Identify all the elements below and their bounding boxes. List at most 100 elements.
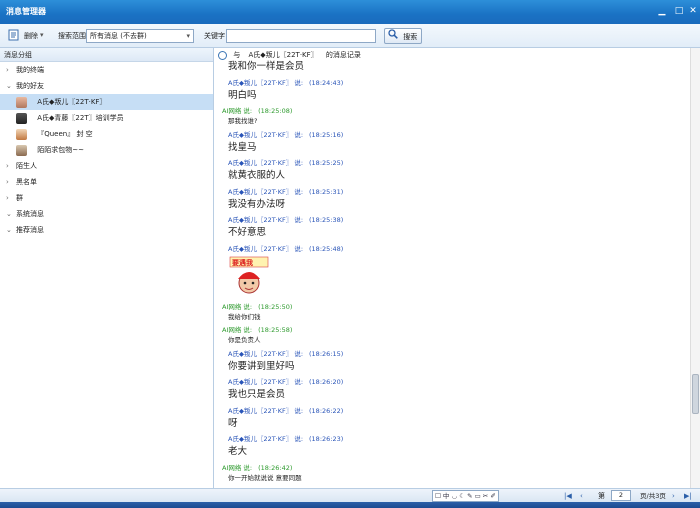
sender-name: A氏◆叛儿〖22T·KF〗 说: bbox=[228, 244, 304, 253]
group-my-devices[interactable]: › 我的终端 bbox=[0, 62, 213, 78]
message-header: A氏◆叛儿〖22T·KF〗 说: (18:24:43) bbox=[228, 77, 343, 87]
sticker-caption: 要遇我 bbox=[232, 258, 253, 267]
sticker-image: 要遇我 bbox=[228, 255, 270, 299]
message-body: 明白吗 bbox=[228, 89, 257, 101]
message-header: AI网络 说: (18:25:50) bbox=[222, 301, 292, 311]
prev-page-icon[interactable]: ‹ bbox=[580, 490, 583, 502]
message-header: A氏◆叛儿〖22T·KF〗 说: (18:25:31) bbox=[228, 186, 343, 196]
message-header: A氏◆叛儿〖22T·KF〗 说: (18:26:20) bbox=[228, 376, 343, 386]
page-total: 页/共3页 bbox=[640, 492, 666, 500]
friend-item[interactable]: A氏◆叛儿〖22T·KF〗 bbox=[0, 94, 213, 110]
message-time: (18:25:08) bbox=[258, 107, 293, 115]
next-page-icon[interactable]: › bbox=[672, 490, 675, 502]
message-body: 找皇马 bbox=[228, 141, 257, 153]
sidebar-header: 消息分组 bbox=[0, 48, 213, 62]
message-time: (18:25:38) bbox=[309, 216, 344, 224]
sender-name: A氏◆叛儿〖22T·KF〗 说: bbox=[228, 159, 304, 167]
sender-name: A氏◆叛儿〖22T·KF〗 说: bbox=[228, 187, 304, 196]
message-body: 我给你们钱 bbox=[228, 312, 261, 321]
chevron-down-icon: ▾ bbox=[186, 32, 190, 40]
title-bar: 消息管理器 ▁ □ ✕ bbox=[0, 0, 700, 24]
sender-name: A氏◆叛儿〖22T·KF〗 说: bbox=[228, 378, 304, 386]
chevron-right-icon: › bbox=[6, 178, 9, 186]
chevron-down-icon: ⌄ bbox=[6, 210, 12, 218]
sender-name: A氏◆叛儿〖22T·KF〗 说: bbox=[228, 406, 304, 415]
search-icon bbox=[388, 29, 398, 44]
message-body: 就黄衣服的人 bbox=[228, 170, 286, 181]
message-header: A氏◆叛儿〖22T·KF〗 说: (18:25:16) bbox=[228, 129, 343, 139]
message-time: (18:26:20) bbox=[309, 378, 344, 386]
message-time: (18:25:58) bbox=[258, 326, 293, 334]
message-header: A氏◆叛儿〖22T·KF〗 说: (18:25:48) bbox=[228, 243, 343, 253]
message-body: 老大 bbox=[228, 446, 248, 457]
group-groups[interactable]: › 群 bbox=[0, 190, 213, 206]
page-number-input[interactable]: 2 bbox=[611, 490, 631, 501]
chevron-right-icon: › bbox=[6, 194, 9, 202]
message-time: (18:26:42) bbox=[258, 463, 293, 472]
format-toolbar[interactable]: ☐ 中 ◡ ☾ ✎ ▭ ✂ ✐ bbox=[432, 490, 499, 502]
friend-item[interactable]: 陌陌求包物~~ bbox=[0, 142, 213, 158]
toolbar: 删除 ▾ 搜索范围 所有消息 (不去群) ▾ 关键字 搜索 bbox=[0, 24, 700, 48]
message-header: A氏◆叛儿〖22T·KF〗 说: (18:25:25) bbox=[228, 157, 343, 167]
message-time: (18:25:25) bbox=[309, 159, 344, 167]
message-body: 我和你一样是会员 bbox=[228, 61, 305, 72]
message-time: (18:26:15) bbox=[309, 349, 344, 358]
message-body: 你要讲到里好吗 bbox=[228, 360, 295, 372]
avatar bbox=[16, 96, 27, 108]
delete-dropdown-icon[interactable]: ▾ bbox=[40, 31, 44, 39]
keyword-input[interactable] bbox=[226, 29, 376, 43]
friend-item[interactable]: 『Queen』 封 空 bbox=[0, 126, 213, 142]
message-header: A氏◆叛儿〖22T·KF〗 说: (18:26:22) bbox=[228, 405, 343, 415]
group-recommended-messages[interactable]: ⌄ 推荐消息 bbox=[0, 222, 213, 238]
group-strangers[interactable]: › 陌生人 bbox=[0, 158, 213, 174]
message-header: A氏◆叛儿〖22T·KF〗 说: (18:26:23) bbox=[228, 433, 343, 443]
chevron-right-icon: › bbox=[6, 162, 9, 170]
last-page-icon[interactable]: ▶| bbox=[684, 490, 692, 502]
group-my-friends[interactable]: ⌄ 我的好友 bbox=[0, 78, 213, 94]
sender-name: AI网络 说: bbox=[222, 463, 253, 472]
vertical-scrollbar[interactable] bbox=[690, 48, 700, 488]
sender-name: A氏◆叛儿〖22T·KF〗 说: bbox=[228, 216, 304, 224]
search-scope-select[interactable]: 所有消息 (不去群) ▾ bbox=[86, 29, 194, 43]
close-button[interactable]: ✕ bbox=[688, 5, 698, 17]
sender-name: AI网络 说: bbox=[222, 326, 253, 334]
keyword-label: 关键字 bbox=[204, 32, 225, 40]
message-body: 你是负责人 bbox=[228, 336, 261, 344]
message-time: (18:26:23) bbox=[309, 435, 344, 443]
message-list: 我和你一样是会员 A氏◆叛儿〖22T·KF〗 说: (18:24:43) 明白吗 AI网… bbox=[214, 61, 690, 488]
avatar bbox=[16, 128, 27, 140]
friend-item[interactable]: A氏◆青藤〖22T〗培训学员 bbox=[0, 110, 213, 126]
minimize-button[interactable]: ▁ bbox=[655, 5, 669, 17]
message-time: (18:24:43) bbox=[309, 78, 344, 87]
message-time: (18:25:31) bbox=[309, 187, 344, 196]
search-scope-value: 所有消息 (不去群) bbox=[90, 32, 147, 40]
chevron-right-icon: › bbox=[6, 66, 9, 74]
group-system-messages[interactable]: ⌄ 系统消息 bbox=[0, 206, 213, 222]
first-page-icon[interactable]: |◀ bbox=[564, 490, 572, 502]
sender-name: A氏◆叛儿〖22T·KF〗 说: bbox=[228, 349, 304, 358]
delete-button[interactable]: 删除 bbox=[24, 31, 38, 41]
bottom-bar: ☐ 中 ◡ ☾ ✎ ▭ ✂ ✐ |◀ ‹ 第 2 页/共3页 › ▶| bbox=[0, 488, 700, 502]
message-time: (18:25:16) bbox=[309, 130, 344, 139]
scrollbar-thumb[interactable] bbox=[692, 374, 699, 414]
chevron-down-icon: ⌄ bbox=[6, 226, 12, 234]
message-header: AI网络 说: (18:26:42) bbox=[222, 462, 292, 472]
message-time: (18:25:48) bbox=[309, 244, 344, 253]
message-group-sidebar: 消息分组 › 我的终端 ⌄ 我的好友 A氏◆叛儿〖22T·KF〗 A氏◆青藤〖22T… bbox=[0, 48, 214, 488]
avatar bbox=[16, 144, 27, 156]
chevron-down-icon: ⌄ bbox=[6, 82, 12, 90]
search-button[interactable]: 搜索 bbox=[384, 28, 422, 44]
message-header: AI网络 说: (18:25:08) bbox=[222, 105, 292, 115]
page-prefix: 第 bbox=[598, 492, 605, 500]
group-blacklist[interactable]: › 黑名单 bbox=[0, 174, 213, 190]
clock-icon bbox=[218, 50, 227, 60]
window-title: 消息管理器 bbox=[6, 7, 46, 16]
delete-icon[interactable] bbox=[8, 29, 20, 43]
message-body: 不好意思 bbox=[228, 227, 267, 238]
message-body: 那我找谁? bbox=[228, 117, 258, 125]
avatar bbox=[16, 112, 27, 124]
search-scope-label: 搜索范围 bbox=[58, 32, 86, 40]
message-body: 我没有办法呀 bbox=[228, 198, 286, 210]
maximize-button[interactable]: □ bbox=[672, 5, 686, 17]
sender-name: A氏◆叛儿〖22T·KF〗 说: bbox=[228, 78, 304, 87]
